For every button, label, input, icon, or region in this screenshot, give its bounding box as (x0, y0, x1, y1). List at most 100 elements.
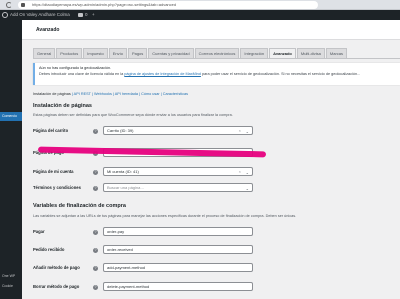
help-icon[interactable]: ? (93, 285, 98, 290)
tab-productos[interactable]: Productos (56, 48, 83, 58)
tab-env-o[interactable]: Envío (108, 48, 127, 58)
pay-endpoint-row: Pagar ? order-pay (33, 227, 400, 239)
help-icon[interactable]: ? (93, 129, 98, 134)
sidebar-item[interactable] (0, 62, 22, 71)
sidebar-item[interactable] (0, 142, 22, 151)
comments-icon[interactable] (78, 13, 83, 17)
help-icon[interactable]: ? (93, 230, 98, 235)
lock-icon (21, 3, 25, 7)
chevron-down-icon: ⌄ (245, 186, 249, 191)
terms-page-select[interactable]: Buscar una página… ⌄ (103, 183, 253, 192)
admin-sidebar: Comercio One WP Cookie (0, 20, 22, 299)
sidebar-item[interactable] (0, 32, 22, 41)
sidebar-item[interactable] (0, 222, 22, 231)
settings-tabs: General Productos Impuesto Envío Pagos Cuenta… (33, 48, 348, 58)
account-page-value: Mi cuenta (ID: 41) (107, 169, 139, 174)
account-page-row: Página de mi cuenta ? Mi cuenta (ID: 41)… (33, 167, 400, 179)
wordpress-logo-icon[interactable] (2, 12, 8, 18)
tab-pagos[interactable]: Pagos (127, 48, 148, 58)
delete-payment-method-input[interactable]: delete-payment-method (103, 282, 253, 291)
checkout-section-desc: Las variables se adjuntan a las URLs de … (33, 214, 297, 218)
pages-section-desc: Estas páginas deben ser definidas para q… (33, 113, 233, 117)
cart-page-value: Carrito (ID: 39) (107, 128, 134, 133)
clear-icon[interactable]: × (239, 127, 241, 134)
terms-page-row: Términos y condiciones ? Buscar una pági… (33, 183, 400, 195)
account-page-label: Página de mi cuenta (33, 169, 74, 174)
sidebar-item[interactable] (0, 102, 22, 111)
maxmind-settings-link[interactable]: página de ajustes de Integración de MaxM… (124, 72, 201, 76)
pay-endpoint-input[interactable]: order-pay (103, 227, 253, 236)
sidebar-item[interactable] (0, 162, 22, 171)
received-endpoint-label: Pedido recibido (33, 247, 65, 252)
received-endpoint-input[interactable]: order-received (103, 245, 253, 254)
page-header: Avanzado (22, 20, 400, 40)
notice-text-after: para poder usar el servicio de geolocali… (200, 72, 361, 76)
pay-endpoint-label: Pagar (33, 229, 45, 234)
sublinks-rest[interactable]: | API REST | Webhooks | API heredada | C… (71, 92, 188, 96)
page-title: Avanzado (36, 27, 60, 33)
tabs-divider (33, 58, 400, 59)
browser-toolbar: https://dtaodiayemaya.es/wp-admin/admin.… (0, 0, 400, 10)
tab-avanzado[interactable]: Avanzado (269, 48, 296, 58)
tab-impuesto[interactable]: Impuesto (83, 48, 108, 58)
sidebar-item[interactable] (0, 242, 22, 251)
new-content-button[interactable]: + (92, 10, 95, 20)
cart-page-row: Página del carrito ? Carrito (ID: 39) × ⌄ (33, 126, 400, 138)
notice-body: Debes introducir una clave de licencia v… (39, 71, 396, 77)
sidebar-item[interactable] (0, 82, 22, 91)
help-icon[interactable]: ? (93, 186, 98, 191)
sidebar-item[interactable]: Cookie (0, 282, 22, 291)
chevron-down-icon: ⌄ (245, 170, 249, 175)
sidebar-item[interactable] (0, 92, 22, 101)
account-page-select[interactable]: Mi cuenta (ID: 41) × ⌄ (103, 167, 253, 176)
notice-text-before: Debes introducir una clave de licencia v… (39, 72, 125, 76)
sidebar-item[interactable] (0, 22, 22, 31)
sidebar-item[interactable] (0, 202, 22, 211)
sidebar-item[interactable] (0, 72, 22, 81)
tab-cuentas-y-privacidad[interactable]: Cuentas y privacidad (148, 48, 194, 58)
received-endpoint-row: Pedido recibido ? order-received (33, 245, 400, 257)
sidebar-item[interactable] (0, 182, 22, 191)
help-icon[interactable]: ? (93, 170, 98, 175)
delete-payment-method-label: Borrar método de pago (33, 284, 80, 289)
sidebar-item[interactable] (0, 122, 22, 131)
sidebar-item[interactable] (0, 262, 22, 271)
terms-page-label: Términos y condiciones (33, 185, 81, 190)
section-sublinks: Instalación de páginas | API REST | Webh… (33, 92, 188, 96)
tab-integraci-n[interactable]: Integración (240, 48, 269, 58)
tab-general[interactable]: General (33, 48, 56, 58)
comments-count: 0 (85, 12, 88, 17)
reload-icon[interactable] (6, 2, 12, 8)
add-payment-method-label: Añadir método de pago (33, 265, 80, 270)
tab-marcas[interactable]: Marcas (325, 48, 348, 58)
sidebar-item[interactable] (0, 192, 22, 201)
help-icon[interactable]: ? (93, 248, 98, 253)
terms-page-placeholder: Buscar una página… (107, 185, 145, 190)
tab-correos-electr-nicos[interactable]: Correos electrónicos (194, 48, 240, 58)
tab-multi-divisa[interactable]: Multi-divisa (296, 48, 325, 58)
wp-admin-bar: Add On Valey Andhare Colma 0 + (0, 10, 400, 20)
add-payment-method-input[interactable]: add-payment-method (103, 263, 253, 272)
sidebar-item[interactable]: Comercio (0, 112, 22, 121)
cart-page-select[interactable]: Carrito (ID: 39) × ⌄ (103, 126, 253, 135)
address-bar[interactable]: https://dtaodiayemaya.es/wp-admin/admin.… (18, 1, 318, 9)
sidebar-item[interactable] (0, 152, 22, 161)
sidebar-item[interactable]: One WP (0, 272, 22, 281)
sidebar-item[interactable] (0, 232, 22, 241)
sublink-page-setup[interactable]: Instalación de páginas (33, 92, 71, 96)
geolocation-notice: Aún no has configurado la geolocalizació… (33, 63, 400, 85)
sidebar-item[interactable] (0, 52, 22, 61)
sidebar-item[interactable] (0, 252, 22, 261)
url-text: https://dtaodiayemaya.es/wp-admin/admin.… (32, 2, 177, 7)
site-name-link[interactable]: Add On Valey Andhare Colma (10, 10, 70, 20)
sidebar-item[interactable] (0, 42, 22, 51)
clear-icon[interactable]: × (239, 168, 241, 175)
sidebar-item[interactable] (0, 172, 22, 181)
delete-payment-method-row: Borrar método de pago ? delete-payment-m… (33, 282, 400, 294)
add-payment-method-row: Añadir método de pago ? add-payment-meth… (33, 263, 400, 275)
cart-page-label: Página del carrito (33, 128, 69, 133)
sidebar-item[interactable] (0, 212, 22, 221)
help-icon[interactable]: ? (93, 266, 98, 271)
pages-section-title: Instalación de páginas (33, 103, 92, 109)
sidebar-item[interactable] (0, 132, 22, 141)
